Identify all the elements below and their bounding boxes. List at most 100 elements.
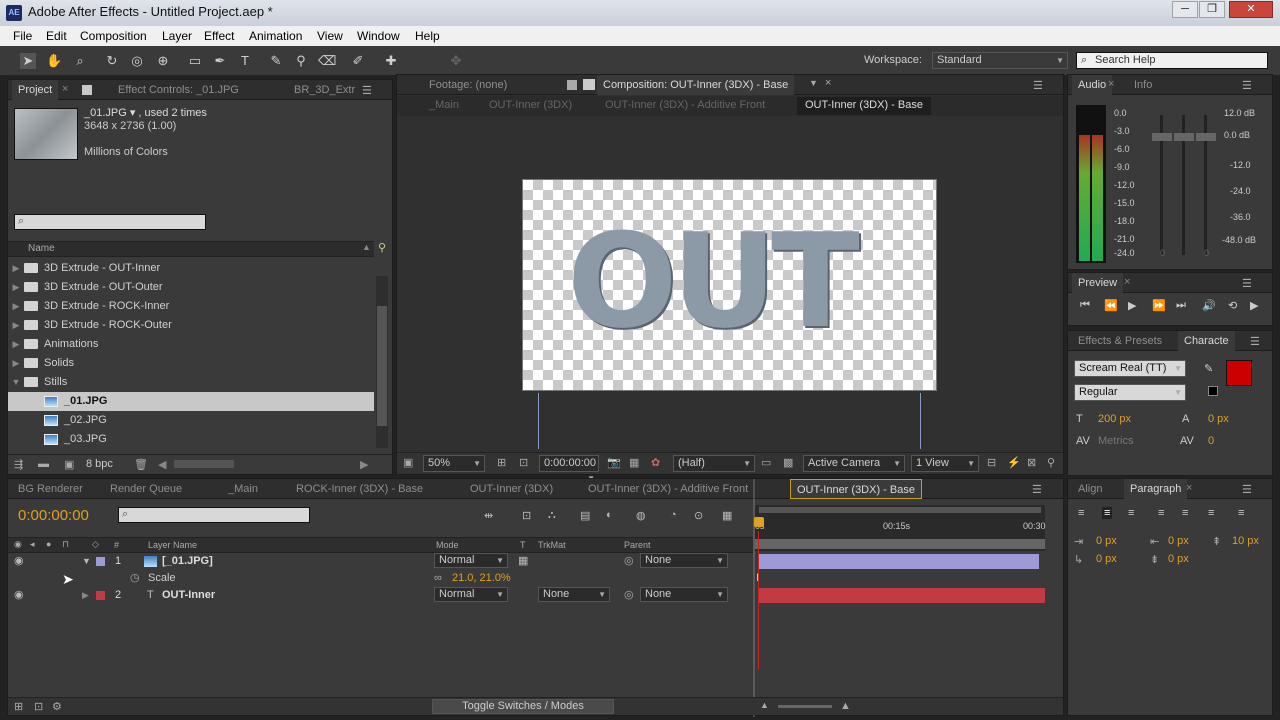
layer-name[interactable]: [_01.JPG]: [162, 553, 213, 570]
expand-arrow-icon[interactable]: ▶: [8, 278, 24, 297]
list-item[interactable]: ▶ Solids: [8, 354, 374, 373]
tab-effect-controls[interactable]: Effect Controls: _01.JPG: [112, 80, 245, 100]
list-item[interactable]: _02.JPG: [8, 411, 374, 430]
safe-zones-icon[interactable]: ⊞: [497, 456, 506, 469]
table-row[interactable]: ◉ ▼ 1 [_01.JPG] Normal ▦ ◎ None: [8, 553, 1070, 570]
eraser-tool-icon[interactable]: ⌫: [318, 53, 336, 69]
menu-edit[interactable]: Edit: [46, 29, 67, 43]
menu-file[interactable]: File: [13, 29, 32, 43]
space-after-value[interactable]: 0 px: [1168, 553, 1189, 565]
parent-select[interactable]: None: [640, 587, 728, 602]
list-item[interactable]: ▶ Animations: [8, 335, 374, 354]
audio-icon[interactable]: 🔊: [1202, 299, 1216, 312]
trkmat-select[interactable]: None: [538, 587, 610, 602]
zoom-tool-icon[interactable]: ⌕: [72, 53, 88, 69]
hand-tool-icon[interactable]: ✋: [46, 53, 62, 69]
menu-composition[interactable]: Composition: [80, 29, 147, 43]
new-folder-icon[interactable]: ▬: [38, 458, 49, 470]
channel-icon[interactable]: ✿: [651, 456, 660, 469]
auto-keyframe-icon[interactable]: ◔: [670, 509, 677, 521]
vertical-scrollbar[interactable]: [376, 276, 388, 448]
axis-mode-icon[interactable]: ✥: [448, 53, 464, 69]
panel-menu-icon[interactable]: ☰: [1032, 483, 1042, 496]
close-button[interactable]: ✕: [1229, 1, 1273, 18]
indent-left-value[interactable]: 0 px: [1096, 535, 1117, 547]
eyedropper-icon[interactable]: ✎: [1204, 362, 1213, 375]
panel-menu-icon[interactable]: ☰: [1242, 277, 1252, 290]
column-header[interactable]: Name ▲: [8, 241, 374, 257]
zoom-select[interactable]: 50%: [423, 455, 485, 472]
transparency-grid-icon[interactable]: ▩: [783, 456, 793, 469]
volume-slider-right[interactable]: [1174, 133, 1194, 141]
fill-color-swatch[interactable]: [1226, 360, 1252, 386]
flow-item[interactable]: OUT-Inner (3DX): [489, 99, 572, 111]
clone-stamp-icon[interactable]: ⚲: [293, 53, 309, 69]
toggle-pixel-icon[interactable]: ⊟: [987, 456, 996, 469]
panel-menu-icon[interactable]: ☰: [1242, 79, 1252, 92]
menu-view[interactable]: View: [317, 29, 343, 43]
list-item[interactable]: ▶ 3D Extrude - ROCK-Inner: [8, 297, 374, 316]
menu-window[interactable]: Window: [357, 29, 400, 43]
menu-help[interactable]: Help: [415, 29, 440, 43]
property-row[interactable]: ◷ Scale ∞ 21.0, 21.0% I: [8, 570, 1070, 587]
layer-switches-icon[interactable]: ⊞: [14, 700, 23, 713]
expand-arrow-icon[interactable]: ▶: [8, 354, 24, 373]
tab-character[interactable]: Characte: [1178, 331, 1235, 351]
tab-close-icon[interactable]: ×: [825, 77, 831, 89]
label-color-icon[interactable]: [96, 557, 105, 566]
type-tool-icon[interactable]: T: [237, 53, 253, 69]
frame-blending-icon[interactable]: ▤: [580, 509, 590, 522]
rotate-tool-icon[interactable]: ↻: [104, 53, 120, 69]
always-preview-icon[interactable]: ▣: [403, 456, 413, 469]
interpret-footage-icon[interactable]: ⇶: [14, 458, 23, 471]
pickwhip-icon[interactable]: ◎: [624, 553, 634, 570]
loop-icon[interactable]: ⟲: [1228, 299, 1237, 312]
scrollbar-thumb[interactable]: [377, 306, 387, 426]
tab-align[interactable]: Align: [1072, 479, 1108, 499]
tab-out-inner-additive[interactable]: OUT-Inner (3DX) - Additive Front: [582, 479, 754, 499]
view-layout-select[interactable]: 1 View: [911, 455, 979, 472]
next-frame-icon[interactable]: ⏩: [1152, 299, 1166, 312]
justify-all-icon[interactable]: ≡: [1238, 507, 1244, 519]
tab-project[interactable]: Project: [12, 80, 59, 100]
composition-canvas[interactable]: OUT: [522, 179, 937, 391]
align-right-icon[interactable]: ≡: [1128, 507, 1134, 519]
scroll-left-icon[interactable]: ◀: [158, 458, 166, 471]
timeline-icon[interactable]: ⊠: [1027, 456, 1036, 469]
tab-audio[interactable]: Audio: [1072, 75, 1113, 95]
menu-animation[interactable]: Animation: [249, 29, 302, 43]
expand-arrow-icon[interactable]: ▶: [8, 316, 24, 335]
layer-duration-bar[interactable]: [759, 554, 1039, 569]
zoom-out-icon[interactable]: ▲: [760, 700, 769, 710]
live-update-icon[interactable]: ▦: [722, 509, 732, 522]
last-frame-icon[interactable]: ⏭: [1176, 299, 1186, 312]
previous-frame-icon[interactable]: ⏪: [1104, 299, 1118, 312]
expand-arrow-icon[interactable]: ▶: [8, 297, 24, 316]
eye-icon[interactable]: ◉: [14, 553, 24, 570]
align-left-icon[interactable]: ≡: [1078, 507, 1084, 519]
tab-effects-presets[interactable]: Effects & Presets: [1072, 331, 1168, 351]
tab-out-inner-base[interactable]: OUT-Inner (3DX) - Base: [790, 479, 922, 499]
tab-footage[interactable]: Footage: (none): [423, 75, 513, 95]
indent-right-value[interactable]: 0 px: [1168, 535, 1189, 547]
panel-menu-icon[interactable]: ☰: [1242, 483, 1252, 496]
kerning-value[interactable]: Metrics: [1098, 435, 1133, 447]
panel-menu-icon[interactable]: ☰: [1033, 79, 1043, 92]
time-ruler[interactable]: 0s 00:15s 00:30: [755, 505, 1046, 551]
table-row[interactable]: ◉ ▶ 2 T OUT-Inner Normal None ◎ None: [8, 587, 1070, 604]
flow-item-active[interactable]: OUT-Inner (3DX) - Base: [797, 97, 931, 115]
draft-3d-icon[interactable]: ⊡: [522, 509, 531, 522]
new-comp-icon[interactable]: ▣: [64, 458, 74, 471]
expand-arrow-icon[interactable]: ▶: [82, 587, 89, 604]
justify-right-icon[interactable]: ≡: [1208, 507, 1214, 519]
rectangle-tool-icon[interactable]: ▭: [187, 53, 203, 69]
tab-render-queue[interactable]: Render Queue: [104, 479, 188, 499]
font-style-select[interactable]: Regular: [1074, 384, 1186, 401]
constrain-proportions-icon[interactable]: ∞: [434, 570, 442, 587]
flow-item[interactable]: _Main: [429, 99, 459, 111]
layer-duration-bar[interactable]: [759, 588, 1045, 603]
region-icon[interactable]: ⊡: [519, 456, 528, 469]
lock-icon[interactable]: [82, 85, 92, 95]
space-before-value[interactable]: 10 px: [1232, 535, 1259, 547]
tab-close-icon[interactable]: ×: [1186, 482, 1192, 494]
